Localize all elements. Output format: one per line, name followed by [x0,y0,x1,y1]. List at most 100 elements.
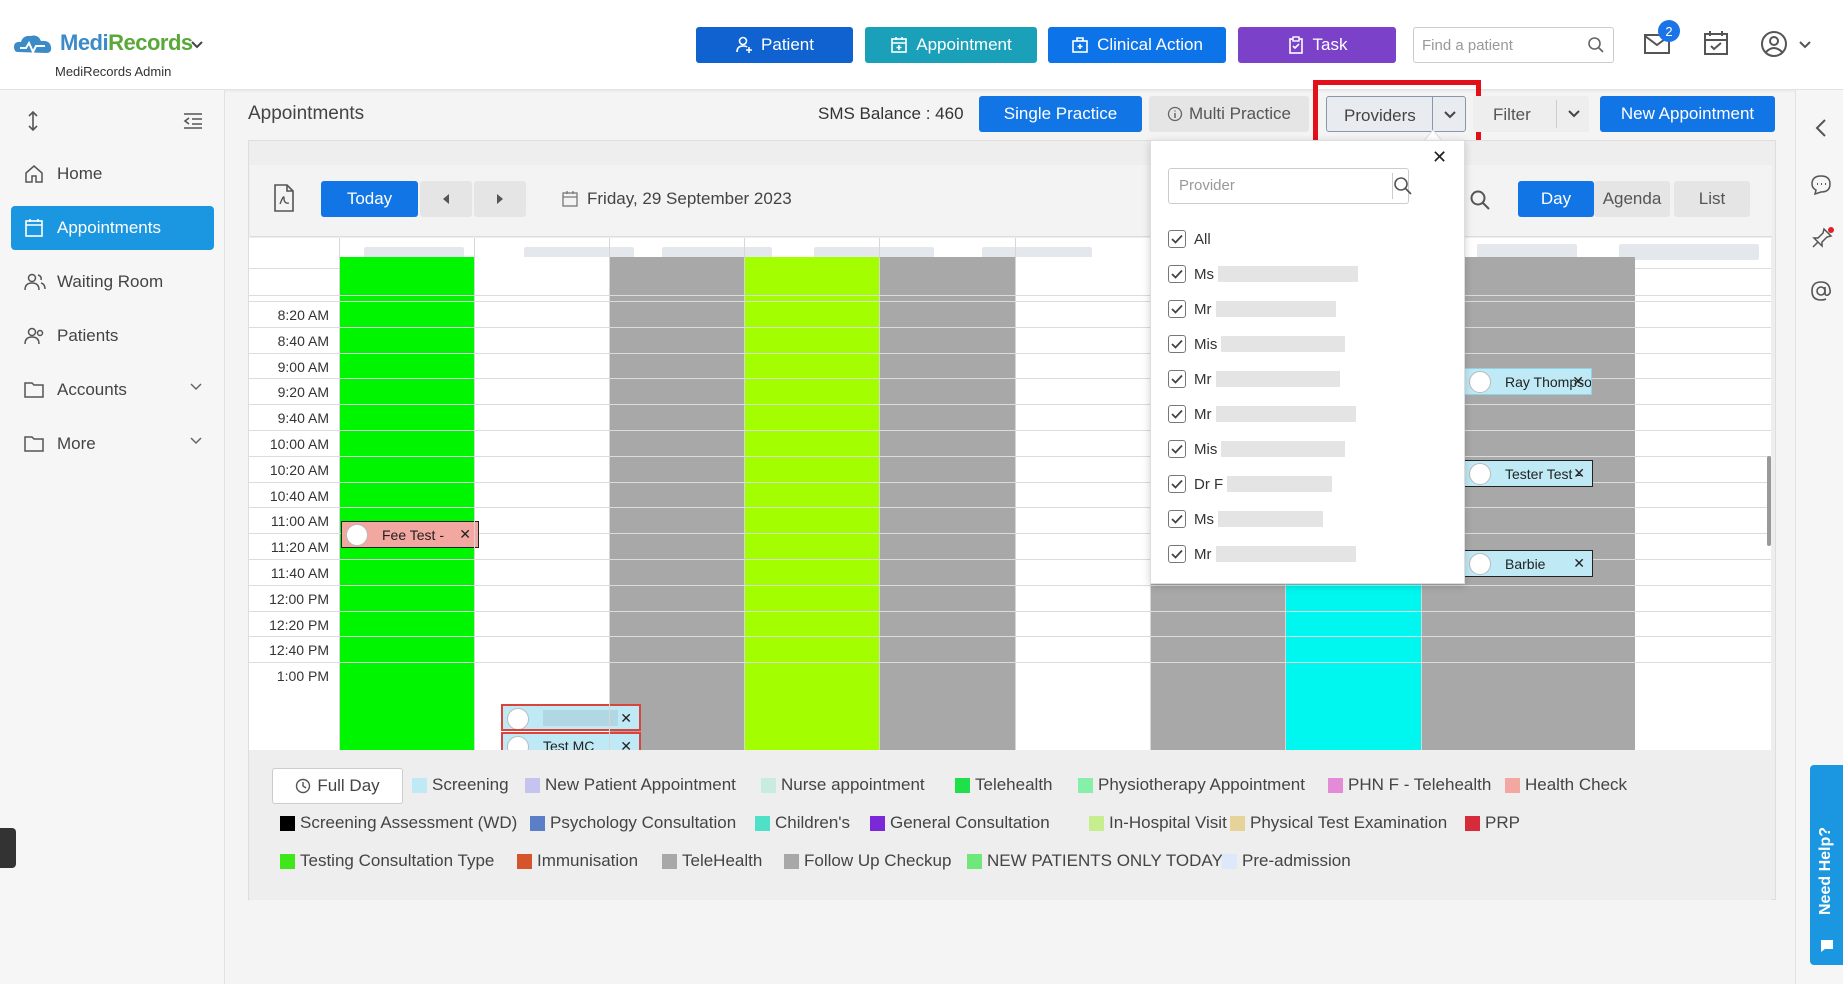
sidebar-item-accounts[interactable]: Accounts [11,368,214,412]
vertical-scrollbar[interactable] [1767,456,1771,546]
provider-option[interactable]: Ms [1168,264,1358,284]
legend-swatch [517,853,532,869]
find-patient-input[interactable]: Find a patient [1413,27,1614,63]
checkbox-checked[interactable] [1168,370,1186,388]
legend-label: TeleHealth [682,851,763,870]
sidebar-item-patients[interactable]: Patients [11,314,214,358]
collapse-sidebar-icon[interactable] [183,112,203,130]
legend-item: New Patient Appointment [525,775,736,795]
provider-option[interactable]: Dr F [1168,474,1333,494]
close-icon[interactable]: ✕ [1432,147,1447,168]
search-icon[interactable] [1469,189,1491,211]
current-date[interactable]: Friday, 29 September 2023 [587,189,792,209]
close-icon[interactable]: ✕ [620,710,632,727]
search-icon[interactable] [1393,176,1413,196]
provider-option[interactable]: Mis [1168,334,1346,354]
checkbox-checked[interactable] [1168,265,1186,283]
close-icon[interactable]: ✕ [1573,555,1585,572]
provider-column[interactable] [339,257,474,750]
chevron-down-icon[interactable] [1799,41,1811,49]
provider-option[interactable]: Mis [1168,439,1346,459]
pin-icon[interactable] [1810,226,1834,250]
at-sign-icon[interactable] [1810,280,1832,302]
provider-option[interactable]: All [1168,229,1211,249]
providers-button[interactable]: Providers [1326,96,1466,132]
appointment-label: Tester Test - [1505,465,1581,482]
chevron-left-icon[interactable] [1815,118,1827,138]
provider-option-label: Ms [1194,510,1214,528]
column-divider [474,238,475,750]
tab-day[interactable]: Day [1518,181,1594,217]
provider-column[interactable] [1015,257,1150,750]
chevron-down-icon[interactable] [190,40,204,50]
sidebar-item-home[interactable]: Home [11,152,214,196]
chevron-down-icon[interactable] [1568,110,1580,118]
clinical-action-button[interactable]: Clinical Action [1048,27,1226,63]
full-day-button[interactable]: Full Day [272,768,403,804]
provider-option[interactable]: Ms [1168,509,1323,529]
column-divider [339,238,340,750]
appointment-card[interactable]: ✕ [501,704,641,731]
calendar-check-icon[interactable] [1703,30,1729,56]
legend-swatch [967,853,982,869]
legend-swatch [1078,777,1093,793]
multi-practice-button[interactable]: Multi Practice [1149,96,1309,132]
clock-icon [296,778,311,794]
tab-list[interactable]: List [1674,181,1750,217]
patient-button[interactable]: Patient [696,27,853,63]
chat-icon[interactable] [1810,174,1832,196]
provider-column[interactable] [744,257,879,750]
legend-item: Pre-admission [1222,851,1351,871]
provider-column[interactable] [609,257,744,750]
close-icon[interactable]: ✕ [1573,465,1585,482]
close-icon[interactable]: ✕ [620,738,632,750]
legend-item: General Consultation [870,813,1050,833]
legend-item: Screening Assessment (WD) [280,813,517,833]
next-day-button[interactable] [474,181,526,217]
tab-agenda[interactable]: Agenda [1594,181,1670,217]
task-button[interactable]: Task [1238,27,1396,63]
checkbox-checked[interactable] [1168,335,1186,353]
provider-search-input[interactable]: Provider [1168,168,1412,204]
appointment-card[interactable]: Fee Test - ✕ [341,521,479,548]
left-sidebar: Home Appointments Waiting Room Patients … [0,90,225,984]
appointment-label: Barbie [1505,555,1546,572]
pdf-export-icon[interactable] [272,184,296,212]
appointment-card[interactable]: Barbie ✕ [1464,550,1593,577]
side-tab-handle[interactable] [0,828,16,868]
app-logo-text[interactable]: MediRecords [60,30,193,56]
user-profile-icon[interactable] [1760,30,1788,58]
search-icon[interactable] [1587,36,1605,54]
new-appointment-button[interactable]: New Appointment [1600,96,1775,132]
filter-button[interactable]: Filter [1473,96,1589,132]
appointment-card[interactable]: Test MC ✕ [501,732,641,750]
legend-label: Health Check [1525,775,1628,794]
provider-option[interactable]: Mr [1168,369,1340,389]
provider-option[interactable]: Mr [1168,544,1356,564]
sidebar-item-waiting-room[interactable]: Waiting Room [11,260,214,304]
single-practice-button[interactable]: Single Practice [979,96,1142,132]
chevron-down-icon[interactable] [1444,111,1456,119]
checkbox-checked[interactable] [1168,405,1186,423]
appointment-card[interactable]: Tester Test - ✕ [1464,460,1593,487]
checkbox-checked[interactable] [1168,440,1186,458]
checkbox-checked[interactable] [1168,230,1186,248]
provider-column[interactable] [879,257,1015,750]
checkbox-checked[interactable] [1168,545,1186,563]
prev-day-button[interactable] [420,181,472,217]
sidebar-item-more[interactable]: More [11,422,214,466]
need-help-tab[interactable]: Need Help? [1810,765,1843,965]
sidebar-item-appointments[interactable]: Appointments [11,206,214,250]
provider-option[interactable]: Mr [1168,299,1336,319]
today-button[interactable]: Today [321,181,418,217]
appointment-card[interactable]: Ray Thompson ✕ [1464,368,1592,395]
checkbox-checked[interactable] [1168,510,1186,528]
provider-column[interactable] [474,257,609,750]
close-icon[interactable]: ✕ [1572,373,1584,390]
appointment-button[interactable]: Appointment [865,27,1037,63]
close-icon[interactable]: ✕ [459,526,471,543]
checkbox-checked[interactable] [1168,300,1186,318]
checkbox-checked[interactable] [1168,475,1186,493]
provider-option[interactable]: Mr [1168,404,1356,424]
resize-vertical-icon[interactable] [26,110,40,132]
